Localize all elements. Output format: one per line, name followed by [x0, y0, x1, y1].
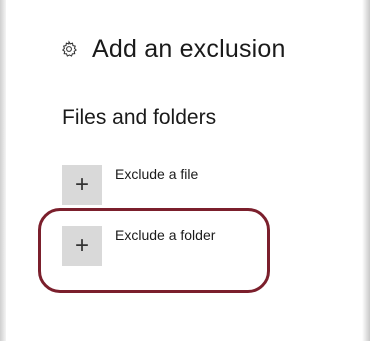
- section-title: Files and folders: [62, 106, 217, 129]
- add-exclusion-panel: Add an exclusion Files and folders + Exc…: [0, 0, 370, 341]
- page-title: Add an exclusion: [92, 34, 286, 63]
- plus-icon[interactable]: +: [62, 226, 102, 266]
- exclude-file-button[interactable]: + Exclude a file: [62, 165, 198, 205]
- gear-icon: [61, 40, 77, 57]
- exclude-folder-button[interactable]: + Exclude a folder: [62, 226, 215, 266]
- exclude-file-label[interactable]: Exclude a file: [115, 166, 198, 182]
- page-header: Add an exclusion: [60, 34, 286, 64]
- plus-icon[interactable]: +: [62, 165, 102, 205]
- exclude-folder-label[interactable]: Exclude a folder: [115, 227, 215, 243]
- window-right-shadow: [362, 0, 370, 341]
- window-left-edge: [0, 0, 6, 341]
